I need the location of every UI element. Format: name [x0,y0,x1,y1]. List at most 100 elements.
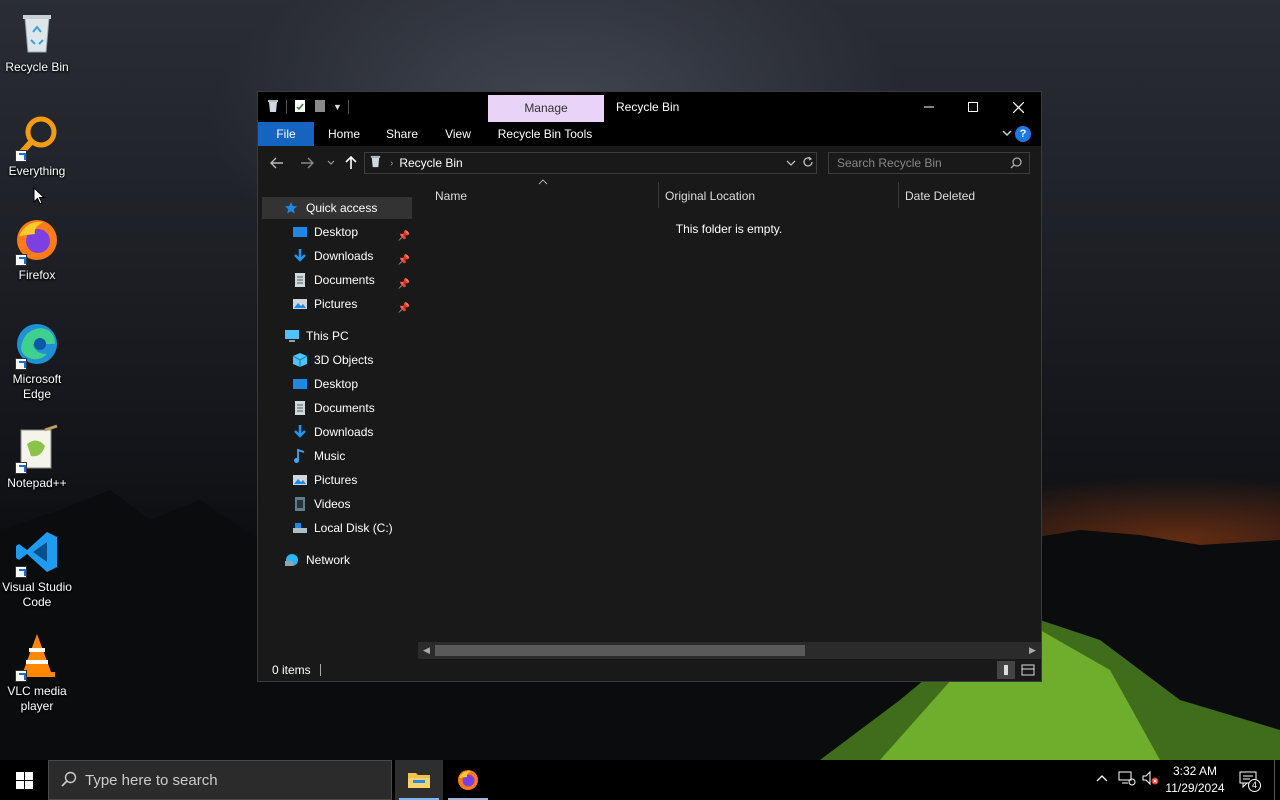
refresh-icon[interactable] [802,156,814,171]
up-arrow-icon [345,156,357,169]
item-count: 0 items [272,663,311,677]
toolbar-separator [286,100,287,114]
shortcut-arrow-icon [15,358,27,370]
close-icon [1012,101,1024,113]
tab-recycle-bin-tools[interactable]: Recycle Bin Tools [494,122,596,146]
taskbar-search-placeholder: Type here to search [85,771,218,789]
volume-muted-icon[interactable] [1142,770,1160,789]
large-icons-view-icon[interactable] [1019,661,1037,679]
notification-count-badge: 4 [1248,779,1261,792]
desktop-icon-firefox[interactable]: Firefox [0,216,74,283]
desktop-icon-vlc[interactable]: VLC media player [0,632,74,714]
nav-item-desktop[interactable]: Desktop 📌 [262,221,412,243]
tab-home[interactable]: Home [324,122,364,146]
pin-icon[interactable]: 📌 [398,298,410,320]
breadcrumb-recycle-bin[interactable]: Recycle Bin [399,156,462,170]
address-dropdown-chevron-icon[interactable] [786,157,796,171]
pictures-folder-icon [292,472,308,488]
nav-item-documents-pc[interactable]: Documents [262,397,412,419]
forward-button[interactable] [296,152,318,174]
nav-item-local-disk[interactable]: Local Disk (C:) [262,517,412,539]
firefox-icon [13,216,61,266]
clock-date: 11/29/2024 [1165,781,1225,795]
start-button[interactable] [0,760,48,800]
system-clock[interactable]: 3:32 AM 11/29/2024 [1160,763,1230,797]
recent-locations-button[interactable] [320,152,342,174]
scroll-right-arrow-icon[interactable]: ▶ [1024,642,1041,659]
nav-network[interactable]: Network [262,549,412,571]
desktop-icon-label: Visual Studio Code [2,580,72,609]
back-arrow-icon [270,157,283,169]
nav-item-downloads[interactable]: Downloads 📌 [262,245,412,267]
network-icon [284,552,300,568]
search-icon [61,771,77,790]
column-header-original-location[interactable]: Original Location [665,186,755,206]
file-list: Name Original Location Date Deleted This… [418,178,1040,654]
nav-item-music[interactable]: Music [262,445,412,467]
nav-item-pictures[interactable]: Pictures 📌 [262,293,412,315]
downloads-folder-icon [292,424,308,440]
nav-label: Network [306,553,351,567]
taskbar-file-explorer[interactable] [395,760,443,800]
ribbon-tabs: File Home Share View Recycle Bin Tools ? [258,122,1041,146]
nav-label: Music [314,449,346,463]
nav-item-3d-objects[interactable]: 3D Objects [262,349,412,371]
customize-toolbar-chevron-icon[interactable]: ▼ [333,102,342,112]
music-folder-icon [292,448,308,464]
properties-icon[interactable] [293,99,307,116]
recycle-bin-small-icon [266,99,280,116]
search-input[interactable]: Search Recycle Bin [828,152,1030,174]
nav-label: Videos [314,497,351,511]
new-folder-icon[interactable] [313,99,327,116]
back-button[interactable] [266,152,288,174]
search-icon [1010,157,1022,172]
taskbar-search-box[interactable]: Type here to search [48,760,392,800]
mouse-cursor-icon [33,187,45,205]
recycle-bin-icon [13,8,61,56]
taskbar-firefox[interactable] [444,760,492,800]
horizontal-scrollbar[interactable]: ◀ ▶ [418,642,1041,659]
nav-item-documents[interactable]: Documents 📌 [262,269,412,291]
nav-label: Desktop [314,377,359,391]
show-desktop-button[interactable] [1274,760,1275,800]
nav-item-downloads-pc[interactable]: Downloads [262,421,412,443]
minimize-button[interactable] [906,92,952,122]
nav-item-pictures-pc[interactable]: Pictures [262,469,412,491]
manage-contextual-tab[interactable]: Manage [488,95,604,122]
desktop-icon-edge[interactable]: Microsoft Edge [0,320,74,402]
tab-view[interactable]: View [440,122,476,146]
scroll-left-arrow-icon[interactable]: ◀ [418,642,435,659]
taskbar: Type here to search 3:32 AM 11/29/2024 4 [0,760,1280,800]
help-icon[interactable]: ? [1015,126,1031,142]
clock-time: 3:32 AM [1172,764,1218,778]
nav-item-videos[interactable]: Videos [262,493,412,515]
windows-logo-icon [15,771,33,789]
firefox-icon [458,770,478,790]
column-header-date-deleted[interactable]: Date Deleted [905,186,975,206]
maximize-button[interactable] [950,92,996,122]
tab-file[interactable]: File [258,122,314,146]
show-hidden-icons-chevron-icon[interactable] [1096,770,1108,786]
expand-ribbon-chevron-icon[interactable] [1001,127,1013,142]
tab-share[interactable]: Share [382,122,422,146]
details-view-icon[interactable] [997,661,1015,679]
address-bar[interactable]: › Recycle Bin [364,152,817,174]
nav-quick-access[interactable]: Quick access [262,197,412,219]
nav-item-desktop-pc[interactable]: Desktop [262,373,412,395]
column-divider[interactable] [658,182,659,208]
up-button[interactable] [340,152,362,174]
nav-label: Pictures [314,297,358,311]
local-disk-icon [292,520,308,536]
desktop-icon-vscode[interactable]: Visual Studio Code [0,528,74,610]
desktop-icon-recycle-bin[interactable]: Recycle Bin [0,8,74,75]
scrollbar-thumb[interactable] [435,645,805,656]
desktop-icon-label: VLC media player [7,684,67,713]
navigation-bar: › Recycle Bin Search Recycle Bin [258,146,1041,178]
column-divider[interactable] [898,182,899,208]
close-button[interactable] [995,92,1041,122]
nav-this-pc[interactable]: This PC [262,325,412,347]
column-header-name[interactable]: Name [435,186,467,206]
desktop-icon-notepadpp[interactable]: Notepad++ [0,424,74,491]
desktop-icon-everything[interactable]: Everything [0,112,74,179]
network-status-icon[interactable] [1118,770,1136,789]
